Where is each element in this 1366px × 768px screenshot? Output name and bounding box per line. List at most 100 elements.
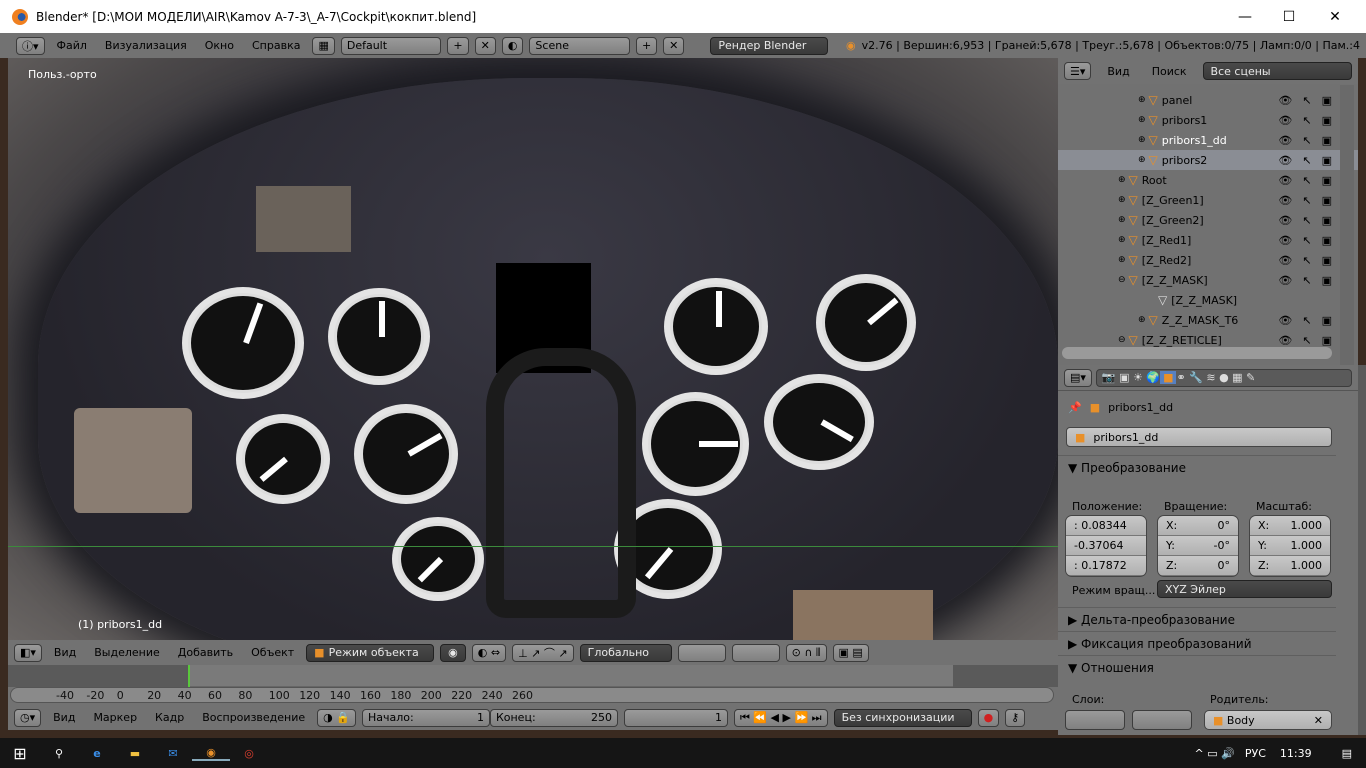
- layers-grid-b[interactable]: [1132, 710, 1192, 730]
- eye-icon[interactable]: 👁: [1278, 254, 1292, 267]
- remove-layout-button[interactable]: ✕: [474, 36, 496, 55]
- outliner-item[interactable]: ⊕ ▽ pribors1 👁 ↖ ▣: [1058, 110, 1358, 130]
- properties-scrollbar[interactable]: [1358, 365, 1366, 735]
- expand-icon[interactable]: ⊕: [1118, 175, 1126, 185]
- render-camera-icon[interactable]: ▣: [1322, 174, 1332, 187]
- pin-icon[interactable]: 📌: [1068, 401, 1082, 414]
- outliner-item[interactable]: ▽ [Z_Z_MASK]: [1058, 290, 1358, 310]
- scale-z[interactable]: Z: 1.000: [1250, 556, 1330, 576]
- clear-parent-icon[interactable]: ✕: [1314, 714, 1323, 727]
- current-frame-field[interactable]: 1: [623, 708, 728, 727]
- chrome-icon[interactable]: ◎: [230, 747, 268, 760]
- rotation-z[interactable]: Z: 0°: [1158, 556, 1238, 576]
- eye-icon[interactable]: 👁: [1278, 274, 1292, 287]
- editor-type-timeline-icon[interactable]: ◷▾: [14, 708, 42, 727]
- select-cursor-icon[interactable]: ↖: [1302, 174, 1311, 187]
- expand-icon[interactable]: ⊕: [1138, 315, 1146, 325]
- render-camera-icon[interactable]: ▣: [1322, 314, 1332, 327]
- viewport-shading-select[interactable]: ◉: [440, 643, 466, 662]
- outliner-item[interactable]: ⊖ ▽ [Z_Z_MASK] 👁 ↖ ▣: [1058, 270, 1358, 290]
- pivot-point-select[interactable]: ◐ ⇔: [471, 643, 507, 662]
- timeline[interactable]: [8, 665, 1058, 705]
- layers-grid[interactable]: [677, 643, 726, 662]
- outliner-item[interactable]: ⊕ ▽ panel 👁 ↖ ▣: [1058, 90, 1358, 110]
- record-button[interactable]: ●: [977, 708, 1000, 727]
- menu-object[interactable]: Объект: [245, 646, 300, 659]
- collapse-icon[interactable]: ⊖: [1118, 335, 1126, 345]
- eye-icon[interactable]: 👁: [1278, 134, 1292, 147]
- editor-type-3d-icon[interactable]: ◧▾: [14, 643, 42, 662]
- expand-icon[interactable]: ⊕: [1118, 255, 1126, 265]
- eye-icon[interactable]: 👁: [1278, 194, 1292, 207]
- screen-layout-icon[interactable]: ▦: [312, 36, 335, 55]
- menu-help[interactable]: Справка: [246, 39, 306, 52]
- context-tabs[interactable]: 📷 ▣ ☀ 🌍 ■ ⚭ 🔧 ≋ ● ▦ ✎: [1095, 368, 1352, 387]
- eye-icon[interactable]: 👁: [1278, 154, 1292, 167]
- scene-icon[interactable]: ◐: [501, 36, 524, 55]
- menu-marker[interactable]: Маркер: [87, 711, 143, 724]
- outliner-item[interactable]: ⊕ ▽ [Z_Green1] 👁 ↖ ▣: [1058, 190, 1358, 210]
- current-frame-marker[interactable]: [188, 665, 190, 687]
- eye-icon[interactable]: 👁: [1278, 114, 1292, 127]
- menu-view[interactable]: Вид: [48, 646, 82, 659]
- scale-y[interactable]: Y: 1.000: [1250, 536, 1330, 556]
- select-cursor-icon[interactable]: ↖: [1302, 134, 1311, 147]
- render-camera-icon[interactable]: ▣: [1322, 154, 1332, 167]
- outliner-item[interactable]: ⊕ ▽ Root 👁 ↖ ▣: [1058, 170, 1358, 190]
- render-camera-icon[interactable]: ▣: [1322, 194, 1332, 207]
- parent-field[interactable]: ■ Body ✕: [1204, 710, 1332, 730]
- editor-type-outliner-icon[interactable]: ☰▾: [1064, 62, 1092, 80]
- add-layout-button[interactable]: +: [447, 36, 469, 55]
- search-icon[interactable]: ⚲: [40, 747, 78, 760]
- outliner-item[interactable]: ⊕ ▽ [Z_Red2] 👁 ↖ ▣: [1058, 250, 1358, 270]
- select-cursor-icon[interactable]: ↖: [1302, 334, 1311, 347]
- render-engine-select[interactable]: Рендер Blender: [710, 36, 829, 55]
- render-icon[interactable]: ▣ ▤: [832, 643, 869, 662]
- start-icon[interactable]: ⊞: [0, 744, 40, 763]
- 3d-viewport[interactable]: Польз.-орто (1) pribors1_dd: [8, 58, 1058, 640]
- expand-icon[interactable]: ⊕: [1118, 195, 1126, 205]
- preview-range-toggle[interactable]: ◑ 🔒: [317, 708, 356, 727]
- blender-taskbar-icon[interactable]: ◉: [192, 746, 230, 761]
- layers-grid-a[interactable]: [1065, 710, 1125, 730]
- rotation-x[interactable]: X: 0°: [1158, 516, 1238, 536]
- expand-icon[interactable]: ⊕: [1138, 95, 1146, 105]
- maximize-button[interactable]: ☐: [1266, 0, 1312, 33]
- menu-render[interactable]: Визуализация: [99, 39, 193, 52]
- object-tab-cube-icon[interactable]: ■: [1160, 371, 1177, 384]
- remove-scene-button[interactable]: ✕: [663, 36, 685, 55]
- render-camera-icon[interactable]: ▣: [1322, 134, 1332, 147]
- outliner-item[interactable]: ⊕ ▽ Z_Z_MASK_T6 👁 ↖ ▣: [1058, 310, 1358, 330]
- keying-icon[interactable]: ⚷: [1005, 708, 1026, 727]
- display-mode-select[interactable]: Все сцены: [1202, 62, 1352, 80]
- menu-frame[interactable]: Кадр: [149, 711, 190, 724]
- language-indicator[interactable]: РУС: [1245, 747, 1266, 760]
- select-cursor-icon[interactable]: ↖: [1302, 94, 1311, 107]
- render-camera-icon[interactable]: ▣: [1322, 254, 1332, 267]
- outliner-item[interactable]: ⊕ ▽ pribors1_dd 👁 ↖ ▣: [1058, 130, 1358, 150]
- expand-icon[interactable]: ⊕: [1138, 155, 1146, 165]
- location-x[interactable]: : 0.08344: [1066, 516, 1146, 536]
- snap-toggle[interactable]: ⊙ ∩ ⫴: [785, 643, 827, 662]
- delta-transform-panel-header[interactable]: ▶ Дельта-преобразование: [1058, 607, 1336, 631]
- playback-controls[interactable]: ⏮ ⏪ ◀ ▶ ⏩ ⏭: [733, 708, 828, 727]
- sync-select[interactable]: Без синхронизации: [833, 708, 972, 727]
- scale-x[interactable]: X: 1.000: [1250, 516, 1330, 536]
- clock[interactable]: 11:39: [1280, 747, 1312, 760]
- expand-icon[interactable]: ⊕: [1118, 215, 1126, 225]
- eye-icon[interactable]: 👁: [1278, 174, 1292, 187]
- editor-type-info-icon[interactable]: ⓘ▾: [16, 36, 45, 55]
- orientation-select[interactable]: Глобально: [579, 643, 672, 662]
- start-frame-field[interactable]: Начало: 1: [361, 708, 490, 727]
- expand-icon[interactable]: ⊕: [1118, 235, 1126, 245]
- select-cursor-icon[interactable]: ↖: [1302, 274, 1311, 287]
- transform-locks-panel-header[interactable]: ▶ Фиксация преобразований: [1058, 631, 1336, 655]
- manipulator-toggle[interactable]: ⊥ ↗ ⌒ ↗: [512, 643, 574, 662]
- object-name-field[interactable]: ■ pribors1_dd: [1066, 427, 1332, 447]
- mail-icon[interactable]: ✉: [154, 747, 192, 760]
- mode-select[interactable]: ■ Режим объекта: [306, 643, 435, 662]
- menu-playback[interactable]: Воспроизведение: [196, 711, 311, 724]
- eye-icon[interactable]: 👁: [1278, 94, 1292, 107]
- select-cursor-icon[interactable]: ↖: [1302, 154, 1311, 167]
- tray-icons[interactable]: ^ ▭ 🔊: [1195, 747, 1235, 760]
